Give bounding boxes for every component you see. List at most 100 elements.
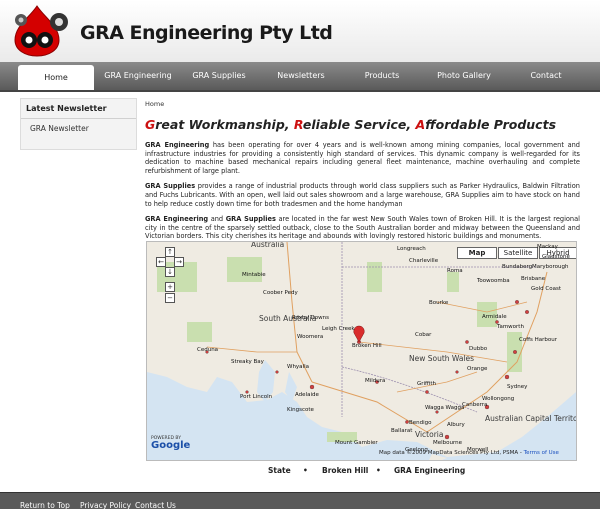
main-navigation: Home GRA Engineering GRA Supplies Newsle… bbox=[0, 62, 600, 92]
map-city: Bourke bbox=[429, 300, 449, 306]
map-city: Coober Pedy bbox=[263, 290, 298, 296]
footer-link-return-to-top[interactable]: Return to Top bbox=[20, 501, 70, 510]
map-city: Adelaide bbox=[295, 392, 319, 398]
map-city: Wollongong bbox=[482, 396, 515, 402]
map-label-australia: Australia bbox=[251, 241, 285, 249]
title-cap-g: G bbox=[145, 117, 156, 132]
title-text-3: ffordable Products bbox=[425, 117, 557, 132]
map-city: Dubbo bbox=[469, 346, 488, 352]
map-city: Coffs Harbour bbox=[519, 337, 557, 343]
nav-item-photo-gallery[interactable]: Photo Gallery bbox=[430, 62, 498, 90]
pan-down-icon[interactable]: ↓ bbox=[165, 267, 175, 277]
google-map[interactable]: ↑ ← → ↓ + − Map Satellite Hybrid Austral… bbox=[146, 241, 577, 461]
map-city: Melbourne bbox=[433, 440, 463, 446]
map-type-map-button[interactable]: Map bbox=[457, 247, 497, 259]
map-city: Ballarat bbox=[391, 428, 413, 434]
para3-and: and bbox=[208, 215, 226, 224]
para1-bold: GRA Engineering bbox=[145, 141, 210, 149]
map-city: Brisbane bbox=[521, 276, 546, 282]
map-city: Streaky Bay bbox=[231, 359, 264, 365]
nav-item-newsletters[interactable]: Newsletters bbox=[266, 62, 336, 90]
map-city: Kingscote bbox=[287, 407, 314, 413]
site-title: GRA Engineering Pty Ltd bbox=[80, 22, 333, 44]
breadcrumb[interactable]: Home bbox=[145, 100, 580, 108]
map-city: Albury bbox=[447, 422, 465, 428]
map-city: Roxby Downs bbox=[292, 315, 329, 321]
map-link-broken-hill[interactable]: Broken Hill bbox=[322, 466, 368, 475]
title-text-2: eliable Service, bbox=[302, 117, 416, 132]
site-footer: Return to Top Privacy Policy Contact Us bbox=[0, 492, 600, 510]
zoom-out-icon[interactable]: − bbox=[165, 293, 175, 303]
map-label-act: Australian Capital Territory bbox=[485, 414, 577, 423]
map-city: Gold Coast bbox=[531, 286, 561, 292]
map-city: Longreach bbox=[397, 246, 426, 252]
para1-text: has been operating for over 4 years and … bbox=[145, 141, 580, 175]
google-logo[interactable]: Google bbox=[151, 440, 190, 451]
sidebar-link-gra-newsletter[interactable]: GRA Newsletter bbox=[21, 119, 136, 133]
paragraph-gra-supplies: GRA Supplies provides a range of industr… bbox=[145, 182, 580, 208]
map-label-new-south-wales: New South Wales bbox=[409, 354, 475, 363]
pan-right-icon[interactable]: → bbox=[174, 257, 184, 267]
map-type-satellite-button[interactable]: Satellite bbox=[498, 247, 538, 259]
map-city: Cobar bbox=[415, 332, 432, 338]
zoom-in-icon[interactable]: + bbox=[165, 282, 175, 292]
map-city: Maryborough bbox=[532, 264, 569, 270]
nav-item-gra-engineering[interactable]: GRA Engineering bbox=[100, 62, 176, 90]
map-city: Leigh Creek bbox=[322, 326, 355, 332]
para3-bold2: GRA Supplies bbox=[225, 215, 276, 224]
map-city: Toowoomba bbox=[477, 278, 510, 284]
gear-drop-logo-icon[interactable] bbox=[7, 4, 77, 58]
map-city: Woomera bbox=[297, 334, 324, 340]
title-text-1: reat Workmanship, bbox=[155, 117, 294, 132]
map-location-links: State • Broken Hill • GRA Engineering bbox=[0, 466, 600, 476]
map-link-separator: • bbox=[376, 466, 381, 475]
nav-item-contact[interactable]: Contact bbox=[522, 62, 570, 90]
map-city: Mount Gambier bbox=[335, 440, 378, 446]
nav-item-products[interactable]: Products bbox=[352, 62, 412, 90]
map-link-separator: • bbox=[303, 466, 308, 475]
map-label-victoria: Victoria bbox=[415, 430, 444, 439]
map-city-broken-hill: Broken Hill bbox=[352, 343, 382, 349]
map-city: Armidale bbox=[482, 314, 507, 320]
para2-text: provides a range of industrial products … bbox=[145, 182, 580, 208]
map-link-state[interactable]: State bbox=[268, 466, 291, 475]
title-cap-r: R bbox=[293, 117, 303, 132]
footer-link-privacy-policy[interactable]: Privacy Policy bbox=[80, 501, 131, 510]
sidebar-latest-newsletter: Latest Newsletter GRA Newsletter bbox=[20, 98, 137, 150]
map-city: Ceduna bbox=[197, 347, 219, 353]
map-city: Bundaberg bbox=[502, 264, 533, 270]
map-credits: Map data ©2009 MapData Sciences Pty Ltd,… bbox=[379, 450, 559, 456]
site-header: GRA Engineering Pty Ltd bbox=[0, 0, 600, 62]
map-city: Mintabie bbox=[242, 272, 266, 278]
map-city: Port Lincoln bbox=[240, 394, 273, 400]
nav-item-home[interactable]: Home bbox=[18, 65, 94, 90]
pan-left-icon[interactable]: ← bbox=[156, 257, 166, 267]
map-city: Gladstone bbox=[542, 254, 570, 260]
footer-link-contact-us[interactable]: Contact Us bbox=[135, 501, 176, 510]
para3-bold1: GRA Engineering bbox=[145, 215, 209, 224]
map-city: Griffith bbox=[417, 381, 437, 387]
main-content: Home Great Workmanship, Reliable Service… bbox=[145, 100, 580, 241]
title-cap-a: A bbox=[415, 117, 426, 132]
map-city: Charleville bbox=[409, 258, 439, 264]
map-city: Whyalla bbox=[287, 364, 309, 370]
map-city: Canberra bbox=[462, 402, 488, 408]
map-city: Mackay bbox=[537, 244, 558, 250]
map-credits-text: Map data ©2009 MapData Sciences Pty Ltd,… bbox=[379, 450, 524, 456]
paragraph-gra-engineering: GRA Engineering has been operating for o… bbox=[145, 141, 580, 175]
map-city: Roma bbox=[447, 268, 463, 274]
map-city: Wagga Wagga bbox=[425, 405, 465, 411]
map-city: Orange bbox=[467, 366, 488, 372]
page-title: Great Workmanship, Reliable Service, Aff… bbox=[145, 117, 580, 132]
map-city: Sydney bbox=[507, 384, 528, 390]
map-terms-link[interactable]: Terms of Use bbox=[524, 450, 559, 456]
map-city: Mildura bbox=[365, 378, 386, 384]
map-city: Tamworth bbox=[497, 324, 524, 330]
para2-bold: GRA Supplies bbox=[145, 182, 196, 191]
paragraph-location: GRA Engineering and GRA Supplies are loc… bbox=[145, 215, 580, 241]
map-city: Bendigo bbox=[409, 420, 432, 426]
pan-up-icon[interactable]: ↑ bbox=[165, 247, 175, 257]
sidebar-title: Latest Newsletter bbox=[21, 99, 136, 119]
nav-item-gra-supplies[interactable]: GRA Supplies bbox=[183, 62, 255, 90]
map-link-gra-engineering[interactable]: GRA Engineering bbox=[394, 466, 465, 475]
